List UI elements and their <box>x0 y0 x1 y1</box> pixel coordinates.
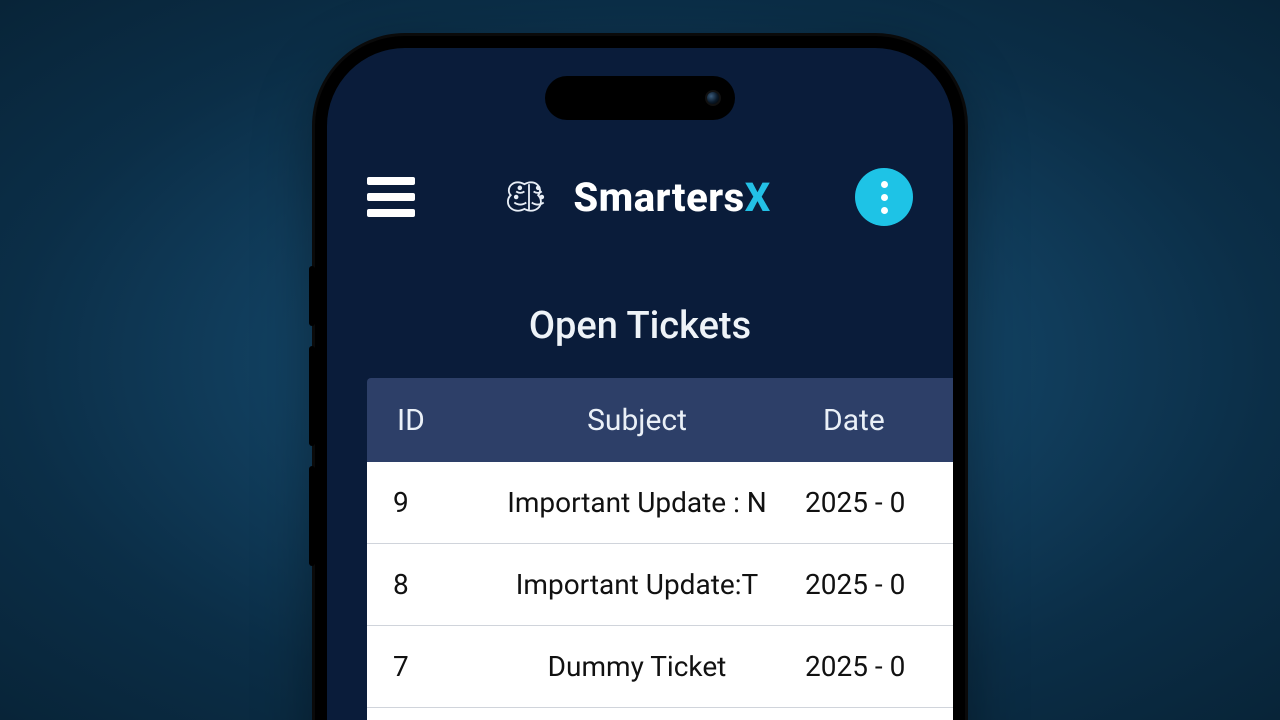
side-button <box>309 466 315 566</box>
app-title-part1: Smarters <box>573 174 744 221</box>
cell-id: 9 <box>367 486 477 519</box>
side-button <box>309 266 315 326</box>
phone-screen: SmartersX Open Tickets ID Subject Date 9… <box>327 48 953 720</box>
section-title: Open Tickets <box>327 304 953 348</box>
column-header-id: ID <box>367 403 477 438</box>
cell-date: 2025 - 0 <box>797 650 953 683</box>
table-body: 9Important Update : N2025 - 08Important … <box>367 462 953 720</box>
dots-vertical-icon <box>881 181 888 188</box>
app-title-part2: X <box>745 174 771 221</box>
side-button <box>309 346 315 446</box>
app-title: SmartersX <box>573 174 770 221</box>
dynamic-island <box>545 76 735 120</box>
column-header-subject: Subject <box>477 403 797 438</box>
cell-subject: Dummy Ticket <box>477 650 797 683</box>
app-header: SmartersX <box>327 48 953 226</box>
cell-date: 2025 - 0 <box>797 568 953 601</box>
brain-icon <box>499 175 559 219</box>
cell-date: 2025 - 0 <box>797 486 953 519</box>
dots-vertical-icon <box>881 207 888 214</box>
cell-subject: Important Update:T <box>477 568 797 601</box>
dots-vertical-icon <box>881 194 888 201</box>
cell-subject: Important Update : N <box>477 486 797 519</box>
front-camera <box>705 90 721 106</box>
table-row[interactable]: 7Dummy Ticket2025 - 0 <box>367 626 953 708</box>
more-options-button[interactable] <box>855 168 913 226</box>
tickets-table: ID Subject Date 9Important Update : N202… <box>367 378 953 720</box>
table-row[interactable]: 6Dummy Ticket2025 - 0 <box>367 708 953 720</box>
table-row[interactable]: 8Important Update:T2025 - 0 <box>367 544 953 626</box>
hamburger-menu-icon[interactable] <box>367 177 415 217</box>
cell-id: 7 <box>367 650 477 683</box>
cell-id: 8 <box>367 568 477 601</box>
phone-frame: SmartersX Open Tickets ID Subject Date 9… <box>315 36 965 720</box>
column-header-date: Date <box>797 403 953 438</box>
app-brand: SmartersX <box>499 174 770 221</box>
table-header: ID Subject Date <box>367 378 953 462</box>
table-row[interactable]: 9Important Update : N2025 - 0 <box>367 462 953 544</box>
